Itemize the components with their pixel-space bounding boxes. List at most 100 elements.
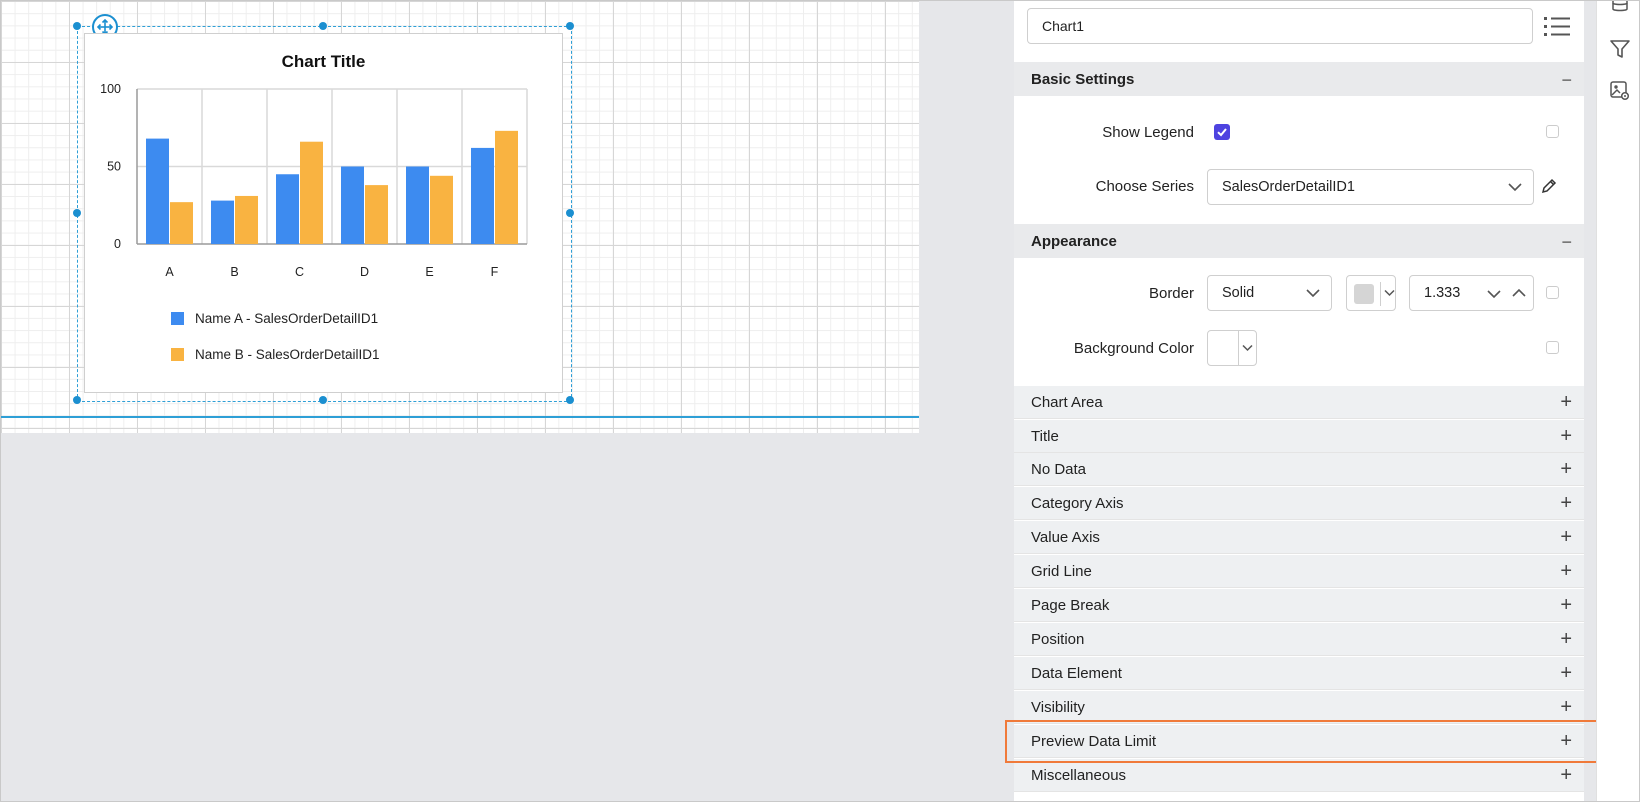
border-style-dropdown[interactable]: Solid bbox=[1207, 275, 1332, 311]
bar bbox=[341, 166, 364, 244]
section-title: Page Break bbox=[1031, 596, 1110, 614]
collapse-icon[interactable]: − bbox=[1561, 232, 1572, 253]
legend-item: Name A - SalesOrderDetailID1 bbox=[171, 311, 378, 326]
legend-label: Name B - SalesOrderDetailID1 bbox=[195, 347, 380, 362]
section-title: Title bbox=[1031, 427, 1059, 445]
resize-handle[interactable] bbox=[73, 22, 81, 30]
bar bbox=[495, 130, 518, 244]
bar bbox=[235, 195, 258, 244]
expand-icon[interactable]: + bbox=[1560, 391, 1572, 414]
bar bbox=[146, 138, 169, 244]
bar bbox=[300, 141, 323, 244]
expand-icon[interactable]: + bbox=[1560, 492, 1572, 515]
resize-handle[interactable] bbox=[566, 396, 574, 404]
background-expression-checkbox[interactable] bbox=[1546, 341, 1559, 354]
x-tick-label: E bbox=[425, 265, 433, 279]
expand-icon[interactable]: + bbox=[1560, 662, 1572, 685]
image-settings-icon[interactable] bbox=[1607, 78, 1633, 104]
chart-plot: 100 50 0 A B C D E F bbox=[100, 82, 528, 279]
section-miscellaneous[interactable]: Miscellaneous + bbox=[1014, 759, 1584, 792]
legend-swatch bbox=[171, 312, 184, 325]
section-title: Miscellaneous bbox=[1031, 766, 1127, 784]
legend-item: Name B - SalesOrderDetailID1 bbox=[171, 347, 380, 362]
chevron-up-icon[interactable] bbox=[1511, 288, 1527, 298]
y-tick-label: 0 bbox=[114, 237, 121, 251]
show-legend-expression-checkbox[interactable] bbox=[1546, 125, 1559, 138]
bar bbox=[276, 174, 299, 244]
section-title: No Data bbox=[1031, 460, 1087, 478]
report-body-boundary[interactable] bbox=[1, 416, 919, 418]
section-title: Grid Line bbox=[1031, 562, 1092, 580]
bar bbox=[406, 166, 429, 244]
chevron-down-icon[interactable] bbox=[1486, 289, 1502, 299]
border-style-value: Solid bbox=[1222, 285, 1255, 301]
section-appearance[interactable]: Appearance − bbox=[1014, 224, 1584, 258]
bar bbox=[430, 175, 453, 244]
show-legend-checkbox[interactable] bbox=[1214, 124, 1230, 140]
resize-handle[interactable] bbox=[566, 22, 574, 30]
expand-icon[interactable]: + bbox=[1560, 526, 1572, 549]
properties-panel: Chart1 Basic Settings − Show Legend Choo… bbox=[1014, 0, 1584, 802]
background-color-label: Background Color bbox=[1073, 340, 1194, 357]
background-color-swatch bbox=[1215, 339, 1235, 359]
collapse-icon[interactable]: − bbox=[1561, 70, 1572, 91]
choose-series-dropdown[interactable]: SalesOrderDetailID1 bbox=[1207, 169, 1534, 205]
filter-icon[interactable] bbox=[1607, 36, 1633, 62]
border-width-stepper[interactable]: 1.333 bbox=[1409, 275, 1534, 311]
section-title: Chart Area bbox=[1031, 393, 1103, 411]
legend-label: Name A - SalesOrderDetailID1 bbox=[195, 311, 379, 326]
list-icon[interactable] bbox=[1542, 12, 1572, 40]
section-no-data[interactable]: No Data + bbox=[1014, 453, 1584, 486]
section-title: Basic Settings bbox=[1031, 70, 1135, 88]
section-position[interactable]: Position + bbox=[1014, 623, 1584, 656]
section-category-axis[interactable]: Category Axis + bbox=[1014, 487, 1584, 520]
section-chart-area[interactable]: Chart Area + bbox=[1014, 386, 1584, 419]
section-grid-line[interactable]: Grid Line + bbox=[1014, 555, 1584, 588]
border-expression-checkbox[interactable] bbox=[1546, 286, 1559, 299]
section-basic-settings[interactable]: Basic Settings − bbox=[1014, 62, 1584, 96]
resize-handle[interactable] bbox=[566, 209, 574, 217]
border-label: Border bbox=[1148, 285, 1194, 302]
section-value-axis[interactable]: Value Axis + bbox=[1014, 521, 1584, 554]
expand-icon[interactable]: + bbox=[1560, 425, 1572, 448]
border-color-picker[interactable] bbox=[1346, 275, 1396, 311]
section-title: Value Axis bbox=[1031, 528, 1100, 546]
resize-handle[interactable] bbox=[73, 209, 81, 217]
item-name-input[interactable]: Chart1 bbox=[1027, 8, 1533, 44]
section-title: Data Element bbox=[1031, 664, 1122, 682]
expand-icon[interactable]: + bbox=[1560, 628, 1572, 651]
border-color-swatch bbox=[1354, 284, 1374, 304]
y-tick-label: 50 bbox=[107, 160, 121, 174]
x-tick-label: C bbox=[295, 265, 304, 279]
expand-icon[interactable]: + bbox=[1560, 560, 1572, 583]
x-tick-label: B bbox=[230, 265, 238, 279]
chart-item[interactable]: Chart Title 100 50 0 A B C D E F Name A - SalesO… bbox=[84, 33, 563, 393]
chevron-down-icon bbox=[1508, 183, 1522, 192]
expand-icon[interactable]: + bbox=[1560, 458, 1572, 481]
resize-handle[interactable] bbox=[319, 396, 327, 404]
expand-icon[interactable]: + bbox=[1560, 696, 1572, 719]
database-icon[interactable] bbox=[1607, 0, 1633, 16]
background-color-picker[interactable] bbox=[1207, 330, 1257, 366]
legend-swatch bbox=[171, 348, 184, 361]
section-title-settings[interactable]: Title + bbox=[1014, 420, 1584, 453]
expand-icon[interactable]: + bbox=[1560, 764, 1572, 787]
highlight-outline bbox=[1005, 720, 1612, 763]
chevron-down-icon bbox=[1306, 289, 1320, 298]
resize-handle[interactable] bbox=[73, 396, 81, 404]
resize-handle[interactable] bbox=[319, 22, 327, 30]
section-title: Visibility bbox=[1031, 698, 1085, 716]
section-title: Category Axis bbox=[1031, 494, 1124, 512]
section-title: Position bbox=[1031, 630, 1085, 648]
section-page-break[interactable]: Page Break + bbox=[1014, 589, 1584, 622]
y-tick-label: 100 bbox=[100, 82, 121, 96]
choose-series-value: SalesOrderDetailID1 bbox=[1222, 179, 1355, 195]
edit-series-icon[interactable] bbox=[1540, 177, 1558, 195]
expand-icon[interactable]: + bbox=[1560, 594, 1572, 617]
choose-series-label: Choose Series bbox=[1095, 178, 1194, 195]
right-toolbar bbox=[1596, 0, 1640, 802]
x-tick-label: D bbox=[360, 265, 369, 279]
bar bbox=[211, 200, 234, 244]
show-legend-label: Show Legend bbox=[1102, 124, 1194, 141]
section-data-element[interactable]: Data Element + bbox=[1014, 657, 1584, 690]
